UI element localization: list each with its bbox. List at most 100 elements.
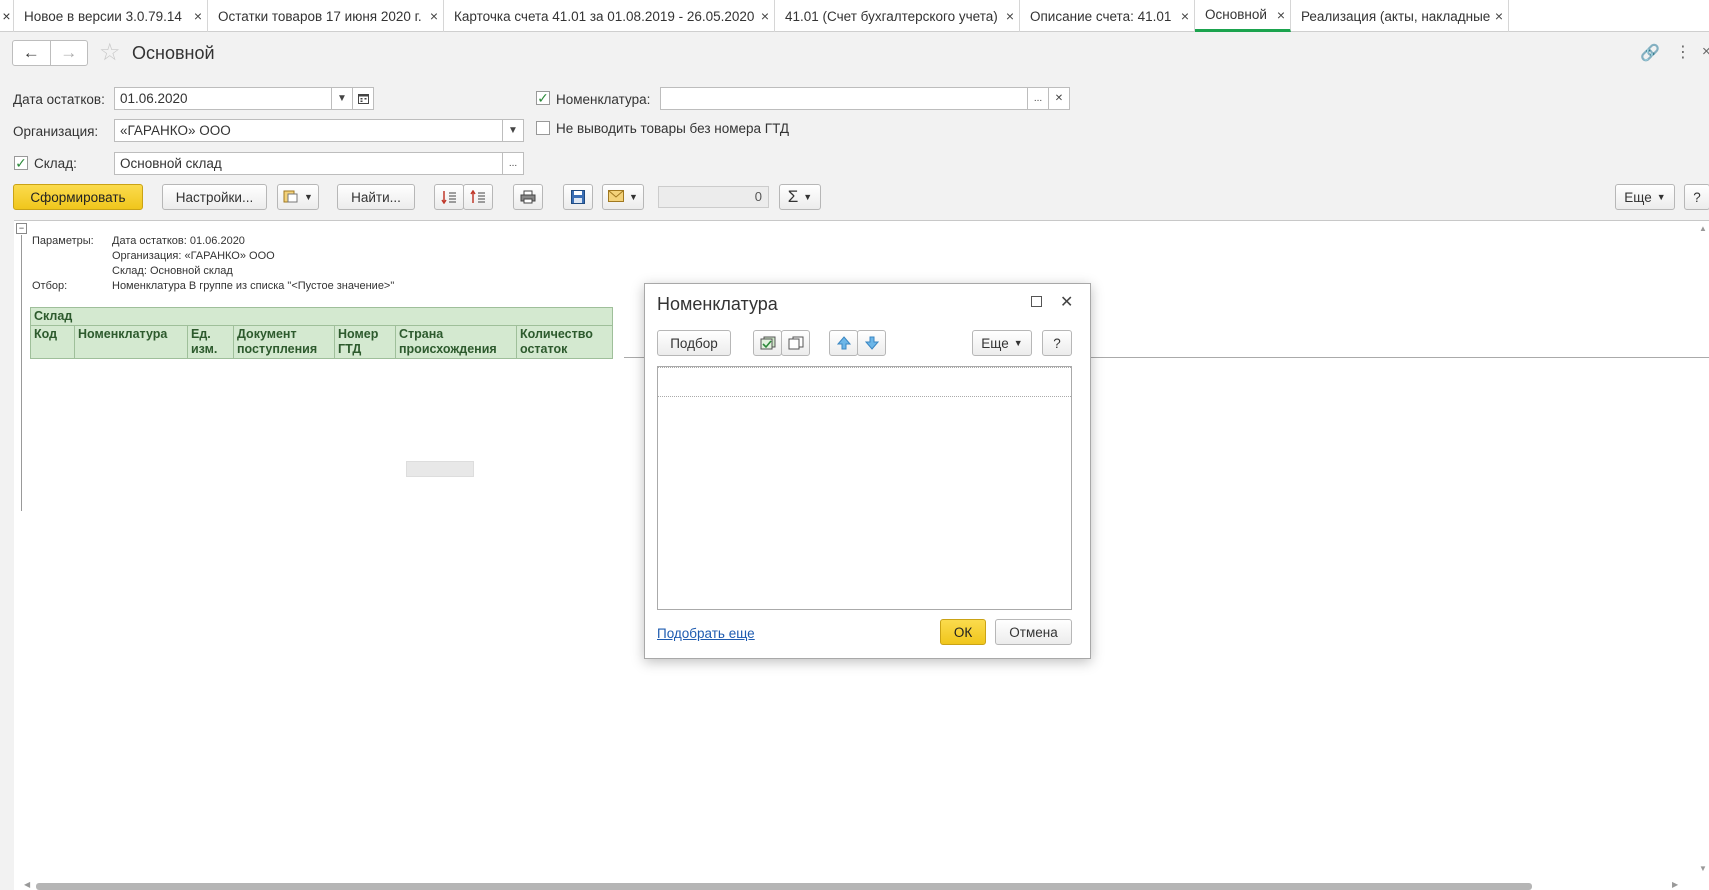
tab-account-41[interactable]: 41.01 (Счет бухгалтерского учета) × xyxy=(775,0,1020,32)
dropdown-caret-icon[interactable]: ▼ xyxy=(331,88,352,109)
check-all-icon[interactable] xyxy=(753,330,782,356)
tab-label: Новое в версии 3.0.79.14 xyxy=(24,8,182,24)
envelope-icon xyxy=(608,189,625,205)
dropdown-caret-icon: ▼ xyxy=(1656,192,1666,202)
col-l2: происхождения xyxy=(399,342,497,356)
tab-close-icon[interactable]: × xyxy=(1176,8,1194,24)
cancel-button[interactable]: Отмена xyxy=(995,619,1072,645)
scrollbar-thumb[interactable] xyxy=(36,883,1532,890)
maximize-icon[interactable] xyxy=(1031,296,1042,307)
params-label: Параметры: xyxy=(32,235,94,247)
generate-button[interactable]: Сформировать xyxy=(13,184,143,210)
clear-icon[interactable]: ✕ xyxy=(1048,88,1069,109)
column-header: Страна происхождения xyxy=(395,325,517,359)
pick-more-link[interactable]: Подобрать еще xyxy=(657,626,755,641)
tab-close-icon[interactable]: × xyxy=(756,8,774,24)
list-item[interactable] xyxy=(658,367,1071,397)
nomenclature-label: Номенклатура: xyxy=(556,92,651,107)
pick-button[interactable]: Подбор xyxy=(657,330,731,356)
back-arrow-icon[interactable]: ← xyxy=(13,41,51,65)
warehouse-label: Склад: xyxy=(34,156,77,171)
save-icon[interactable] xyxy=(563,184,593,210)
vertical-scrollbar[interactable]: ▲ ▼ xyxy=(1697,222,1709,890)
no-gtd-checkbox[interactable] xyxy=(536,121,550,135)
more-button[interactable]: Еще ▼ xyxy=(1615,184,1675,210)
col-l1: Документ xyxy=(237,327,297,341)
tab-close-icon[interactable]: × xyxy=(1490,8,1508,24)
favorite-star-icon[interactable]: ☆ xyxy=(99,38,121,67)
find-button[interactable]: Найти... xyxy=(337,184,415,210)
sort-descending-icon[interactable] xyxy=(463,184,493,210)
dialog-more-button[interactable]: Еще ▼ xyxy=(972,330,1032,356)
scroll-down-icon[interactable]: ▼ xyxy=(1699,864,1707,873)
group-bracket xyxy=(21,235,22,511)
tab-account-card[interactable]: Карточка счета 41.01 за 01.08.2019 - 26.… xyxy=(444,0,775,32)
close-icon[interactable]: × xyxy=(1702,43,1709,60)
tab-close-icon[interactable]: × xyxy=(0,0,14,32)
link-icon[interactable]: 🔗 xyxy=(1640,43,1660,63)
close-icon[interactable]: ✕ xyxy=(1060,292,1073,312)
sum-button[interactable]: Σ ▼ xyxy=(779,184,821,210)
scroll-left-icon[interactable]: ◀ xyxy=(24,880,30,889)
org-field[interactable]: «ГАРАНКО» ООО ▼ xyxy=(114,119,524,142)
tab-close-icon[interactable]: × xyxy=(1272,7,1290,23)
scroll-up-icon[interactable]: ▲ xyxy=(1699,224,1707,233)
warehouse-field[interactable]: Основной склад ... xyxy=(114,152,524,175)
variants-button[interactable]: ▼ xyxy=(277,184,319,210)
column-header-row: Код Номенклатура Ед. изм. Документ поступл… xyxy=(30,325,613,359)
page-title: Основной xyxy=(132,43,215,63)
copy-icon[interactable] xyxy=(781,330,810,356)
column-header: Номер ГТД xyxy=(334,325,396,359)
col-l1: Код xyxy=(34,327,58,341)
nomenclature-list[interactable] xyxy=(657,366,1072,610)
group-header: Склад xyxy=(30,307,613,326)
nomenclature-field[interactable]: ... ✕ xyxy=(660,87,1070,110)
dropdown-caret-icon: ▼ xyxy=(629,192,638,202)
dropdown-caret-icon: ▼ xyxy=(1013,338,1023,348)
warehouse-checkbox[interactable]: ✓ xyxy=(14,156,28,170)
move-down-icon[interactable] xyxy=(857,330,886,356)
help-button[interactable]: ? xyxy=(1684,184,1709,210)
clipboard-icon xyxy=(283,189,299,206)
dropdown-caret-icon[interactable]: ▼ xyxy=(502,120,523,141)
column-header: Ед. изм. xyxy=(187,325,234,359)
scroll-right-icon[interactable]: ▶ xyxy=(1672,880,1678,889)
tab-label: Основной xyxy=(1205,7,1267,22)
more-vertical-icon[interactable]: ⋮ xyxy=(1675,42,1691,62)
settings-button[interactable]: Настройки... xyxy=(162,184,267,210)
dropdown-caret-icon: ▼ xyxy=(803,192,813,202)
drag-placeholder xyxy=(406,461,474,477)
nomenclature-dialog: Номенклатура ✕ Подбор Еще ▼ ? Подобрать … xyxy=(644,283,1091,659)
forward-arrow-icon[interactable]: → xyxy=(51,41,88,65)
tab-new-version[interactable]: Новое в версии 3.0.79.14 × xyxy=(14,0,208,32)
tab-bar: × Новое в версии 3.0.79.14 × Остатки тов… xyxy=(0,0,1709,32)
dialog-title: Номенклатура xyxy=(657,294,778,314)
send-email-button[interactable]: ▼ xyxy=(602,184,644,210)
tab-sales[interactable]: Реализация (акты, накладные) × xyxy=(1291,0,1509,32)
date-label: Дата остатков: xyxy=(13,92,105,107)
tab-close-icon[interactable]: × xyxy=(425,8,443,24)
move-up-icon[interactable] xyxy=(829,330,858,356)
dialog-help-button[interactable]: ? xyxy=(1042,330,1072,356)
date-field[interactable]: 01.06.2020 ▼ xyxy=(114,87,374,110)
tab-main[interactable]: Основной × xyxy=(1195,0,1291,32)
col-l2: поступления xyxy=(237,342,318,356)
tab-stock-report[interactable]: Остатки товаров 17 июня 2020 г. × xyxy=(208,0,444,32)
warehouse-value: Основной склад xyxy=(120,156,222,171)
print-icon[interactable] xyxy=(513,184,543,210)
tab-account-description[interactable]: Описание счета: 41.01 × xyxy=(1020,0,1195,32)
select-ellipsis-icon[interactable]: ... xyxy=(502,153,523,174)
col-l1: Количество xyxy=(520,327,593,341)
sort-ascending-icon[interactable] xyxy=(434,184,464,210)
param-line: Склад: Основной склад xyxy=(112,265,233,277)
org-label: Организация: xyxy=(13,124,99,139)
calendar-icon[interactable] xyxy=(352,88,373,109)
ok-button[interactable]: ОК xyxy=(940,619,986,645)
horizontal-scrollbar[interactable]: ◀ ▶ xyxy=(24,880,1684,890)
collapse-group-icon[interactable]: − xyxy=(16,223,27,234)
tab-close-icon[interactable]: × xyxy=(1001,8,1019,24)
tab-close-icon[interactable]: × xyxy=(189,8,207,24)
nomenclature-checkbox[interactable]: ✓ xyxy=(536,91,550,105)
select-ellipsis-icon[interactable]: ... xyxy=(1027,88,1048,109)
tab-label: Описание счета: 41.01 xyxy=(1030,8,1172,24)
